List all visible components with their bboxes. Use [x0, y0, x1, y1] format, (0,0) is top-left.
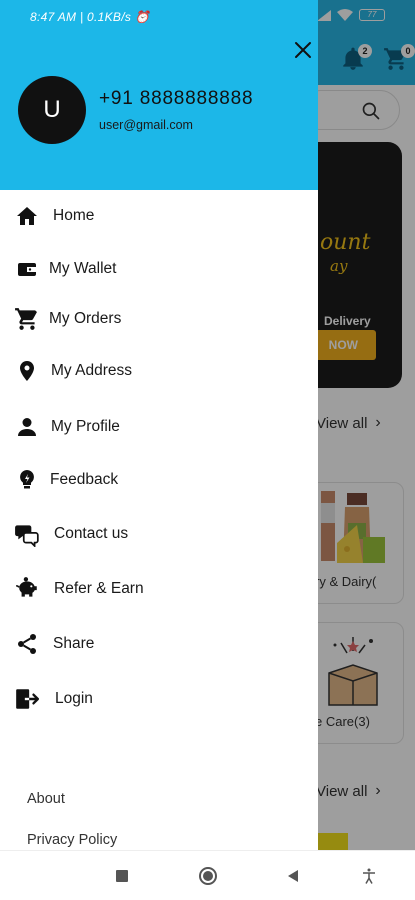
- menu-item-feedback[interactable]: Feedback: [14, 460, 304, 500]
- user-phone: +91 8888888888: [99, 88, 254, 109]
- recents-button[interactable]: [111, 865, 133, 887]
- circle-icon: [199, 867, 217, 885]
- menu-item-home[interactable]: Home: [14, 196, 304, 236]
- drawer-header: 8:47 AM | 0.1KB/s ⏰ U +91 8888888888 use…: [0, 0, 318, 190]
- menu-label: Login: [55, 690, 93, 707]
- menu-label: My Orders: [49, 310, 122, 327]
- close-icon: [295, 42, 311, 58]
- home-nav-button[interactable]: [197, 865, 219, 887]
- close-button[interactable]: [289, 36, 317, 64]
- login-icon: [14, 686, 40, 712]
- menu-label: My Address: [51, 362, 132, 379]
- menu-item-login[interactable]: Login: [14, 679, 304, 719]
- status-time: 8:47 AM | 0.1KB/s ⏰: [30, 10, 151, 24]
- menu-label: My Wallet: [49, 260, 117, 277]
- wallet-icon: [14, 256, 40, 282]
- menu-label: My Profile: [51, 418, 120, 435]
- user-email: user@gmail.com: [99, 118, 193, 132]
- share-icon: [14, 631, 40, 657]
- feedback-bulb-icon: [14, 467, 40, 493]
- accessibility-button[interactable]: [358, 865, 380, 887]
- menu-item-my-orders[interactable]: My Orders: [14, 299, 304, 339]
- accessibility-icon: [363, 868, 375, 884]
- back-button[interactable]: [282, 865, 304, 887]
- menu-item-contact-us[interactable]: Contact us: [14, 514, 304, 554]
- home-icon: [14, 203, 40, 229]
- menu-label: Refer & Earn: [54, 580, 144, 597]
- menu-label: Feedback: [50, 471, 119, 488]
- menu-label: Share: [53, 635, 95, 652]
- navigation-drawer: 8:47 AM | 0.1KB/s ⏰ U +91 8888888888 use…: [0, 0, 318, 850]
- menu-item-my-wallet[interactable]: My Wallet: [14, 249, 304, 289]
- back-triangle-icon: [288, 870, 298, 882]
- about-link[interactable]: About: [27, 791, 65, 807]
- menu-label: Contact us: [54, 525, 129, 542]
- square-icon: [116, 870, 128, 882]
- piggy-bank-icon: [14, 576, 40, 602]
- menu-item-refer-earn[interactable]: Refer & Earn: [14, 569, 304, 609]
- menu-item-share[interactable]: Share: [14, 624, 304, 664]
- chat-icon: [14, 521, 40, 547]
- cart-icon: [14, 306, 40, 332]
- menu-label: Home: [53, 207, 95, 224]
- privacy-policy-link[interactable]: Privacy Policy: [27, 832, 117, 848]
- avatar[interactable]: U: [18, 76, 86, 144]
- system-nav-bar: [0, 850, 415, 900]
- person-icon: [14, 414, 40, 440]
- location-pin-icon: [14, 358, 40, 384]
- menu-item-my-address[interactable]: My Address: [14, 351, 304, 391]
- menu-item-my-profile[interactable]: My Profile: [14, 407, 304, 447]
